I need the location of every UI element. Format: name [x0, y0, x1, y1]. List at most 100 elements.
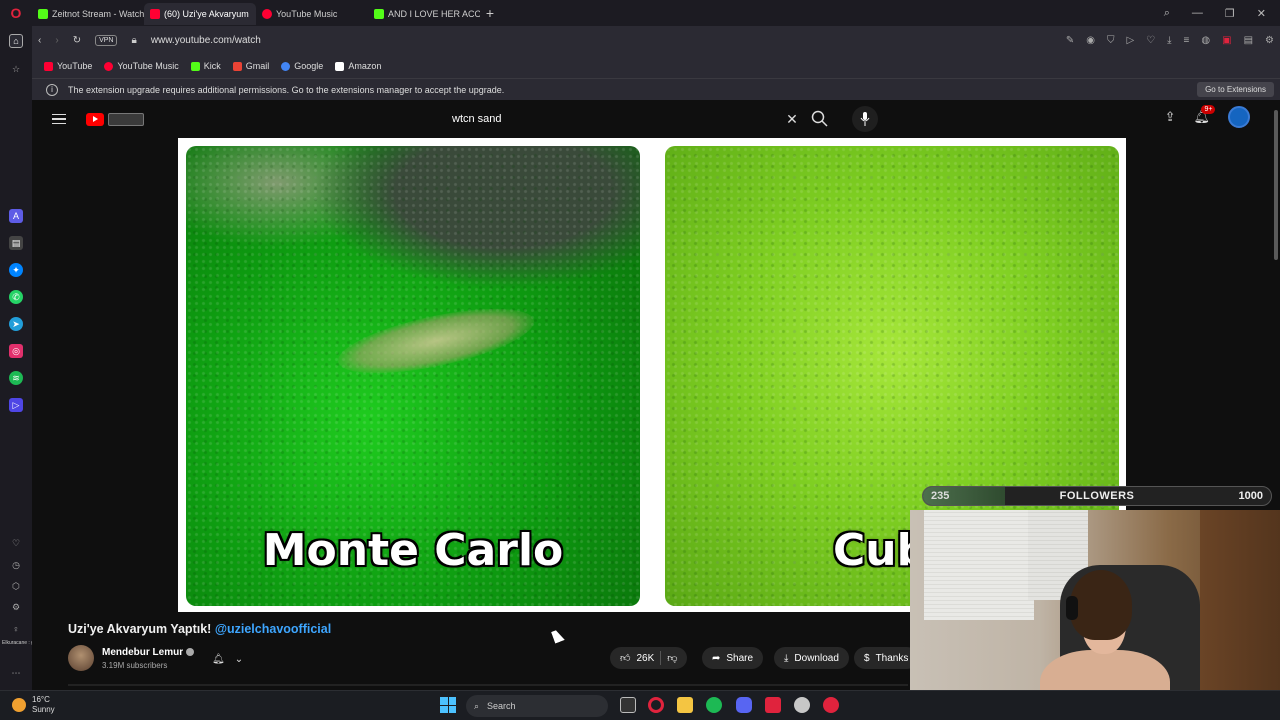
- like-icon[interactable]: 👍︎: [620, 652, 630, 664]
- back-icon[interactable]: ‹: [38, 35, 41, 46]
- account-avatar[interactable]: [1228, 106, 1250, 128]
- bookmark-amazon[interactable]: Amazon: [335, 61, 381, 71]
- followers-goal: 1000: [1238, 490, 1263, 502]
- bookmark-kick[interactable]: Kick: [190, 61, 221, 71]
- premium-logo-icon[interactable]: [108, 112, 144, 126]
- task-view-icon[interactable]: [620, 697, 636, 713]
- home-icon[interactable]: ⌂: [9, 34, 23, 48]
- bulb-icon[interactable]: ♀: [9, 622, 23, 636]
- notifications-bell-icon[interactable]: 🔔︎ 9+: [1193, 105, 1216, 125]
- bookmark-youtube[interactable]: YouTube: [44, 61, 92, 71]
- url-field[interactable]: www.youtube.com/watch: [151, 35, 261, 46]
- share-button[interactable]: ➦ Share: [702, 647, 764, 669]
- extension-icon[interactable]: ▣: [1222, 35, 1231, 46]
- tab-search-icon[interactable]: ⌕: [1164, 7, 1170, 20]
- more-icon[interactable]: ⋯: [9, 666, 23, 680]
- search-icon: ⌕: [474, 700, 480, 711]
- tab-youtube-music[interactable]: YouTube Music: [256, 3, 368, 25]
- player-icon[interactable]: ▷: [9, 398, 23, 412]
- restore-icon[interactable]: ❐: [1225, 7, 1235, 20]
- weather-widget[interactable]: 16°C Sunny: [12, 695, 55, 715]
- window-blinds: [924, 510, 1034, 620]
- subscribe-notification-button[interactable]: 🔔︎ ⌄: [212, 649, 262, 669]
- youtube-icon: [150, 9, 160, 19]
- forward-icon[interactable]: ›: [55, 35, 58, 46]
- search-icon[interactable]: [810, 109, 830, 129]
- history-icon[interactable]: ◷: [9, 558, 23, 572]
- sun-icon: [12, 698, 26, 712]
- youtube-logo-icon[interactable]: [86, 112, 104, 126]
- new-tab-button[interactable]: +: [480, 5, 500, 21]
- kick-icon: [374, 9, 384, 19]
- microphone-icon[interactable]: [852, 106, 878, 132]
- download-label: Download: [794, 652, 839, 664]
- cube-icon[interactable]: ⬡: [9, 579, 23, 593]
- lock-icon: 🔒︎: [131, 34, 137, 46]
- dislike-icon[interactable]: 👎︎: [667, 652, 677, 664]
- tab-acoustic[interactable]: AND I LOVE HER ACOUSTI: [368, 3, 480, 25]
- aria-icon[interactable]: A: [9, 209, 23, 223]
- browser-tab-bar: O Zeitnot Stream - Watch Li (60) Uzi'ye …: [0, 0, 1280, 26]
- download-icon: ⤓: [784, 652, 789, 664]
- mention-link[interactable]: @uzielchavoofficial: [215, 622, 331, 636]
- taskbar-search-label: Search: [487, 701, 516, 711]
- bookmark-label: Google: [294, 61, 324, 71]
- telegram-icon[interactable]: ➤: [9, 317, 23, 331]
- opera-gx-icon[interactable]: [823, 697, 839, 713]
- streaming-app-icon[interactable]: [765, 697, 781, 713]
- reload-icon[interactable]: ↻: [73, 35, 81, 46]
- like-count[interactable]: 26K: [636, 653, 654, 664]
- opera-icon[interactable]: [648, 697, 664, 713]
- taskbar-search[interactable]: ⌕ Search: [466, 695, 608, 717]
- divider: [660, 651, 662, 665]
- settings-icon[interactable]: ⚙: [9, 600, 23, 614]
- windows-start-icon[interactable]: [440, 697, 456, 713]
- spotify-icon[interactable]: ≋: [9, 371, 23, 385]
- video-title: Uzi'ye Akvaryum Yaptık! @uzielchavooffic…: [68, 622, 331, 636]
- bookmark-youtube-music[interactable]: YouTube Music: [104, 61, 179, 71]
- settings-icon[interactable]: ⚙: [1265, 35, 1274, 46]
- download-icon[interactable]: ⤓: [1167, 35, 1171, 46]
- camera-icon[interactable]: ◉: [1086, 35, 1095, 46]
- thanks-button[interactable]: $ Thanks: [854, 647, 919, 669]
- spotify-icon[interactable]: [706, 697, 722, 713]
- hamburger-menu-icon[interactable]: [52, 113, 66, 125]
- profile-icon[interactable]: ◍: [1201, 35, 1210, 46]
- extension-icon[interactable]: ▤: [1244, 35, 1253, 46]
- shield-icon[interactable]: ⛉: [1107, 35, 1115, 46]
- bookmark-gmail[interactable]: Gmail: [232, 61, 269, 71]
- extension-infobar: i The extension upgrade requires additio…: [32, 78, 1280, 100]
- instagram-icon[interactable]: ◎: [9, 344, 23, 358]
- steam-icon[interactable]: [794, 697, 810, 713]
- play-icon[interactable]: ▷: [1126, 35, 1134, 46]
- clear-search-icon[interactable]: ✕: [782, 111, 802, 128]
- tab-kick-stream[interactable]: Zeitnot Stream - Watch Li: [32, 3, 144, 25]
- upload-icon[interactable]: ⇪: [1165, 109, 1176, 125]
- bell-icon: 🔔︎: [212, 653, 225, 665]
- opera-logo-icon[interactable]: O: [0, 0, 32, 26]
- youtube-icon: [44, 61, 53, 71]
- close-icon[interactable]: ✕: [1257, 7, 1266, 20]
- download-button[interactable]: ⤓ Download: [774, 647, 849, 669]
- kick-icon: [190, 61, 200, 71]
- heart-icon[interactable]: ♡: [1146, 35, 1155, 46]
- minimize-icon[interactable]: —: [1192, 7, 1203, 20]
- menu-icon[interactable]: ≡: [1184, 35, 1190, 46]
- channel-avatar[interactable]: [68, 645, 94, 671]
- tab-youtube-video[interactable]: (60) Uzi'ye Akvaryum: [144, 3, 256, 25]
- discord-icon[interactable]: [736, 697, 752, 713]
- shopping-icon[interactable]: ▤: [9, 236, 23, 250]
- go-to-extensions-button[interactable]: Go to Extensions: [1197, 82, 1274, 97]
- edit-icon[interactable]: ✎: [1066, 35, 1074, 46]
- whatsapp-icon[interactable]: ✆: [9, 290, 23, 304]
- scrollbar-thumb[interactable]: [1274, 110, 1278, 260]
- heart-icon[interactable]: ♡: [9, 536, 23, 550]
- bookmark-google[interactable]: Google: [281, 61, 323, 71]
- search-input[interactable]: [440, 113, 782, 125]
- video-title-text: Uzi'ye Akvaryum Yaptık!: [68, 622, 212, 636]
- star-icon[interactable]: ☆: [9, 62, 23, 76]
- channel-name[interactable]: Mendebur Lemur: [102, 647, 195, 658]
- file-explorer-icon[interactable]: [677, 697, 693, 713]
- messenger-icon[interactable]: ✦: [9, 263, 23, 277]
- vpn-badge[interactable]: VPN: [95, 34, 118, 46]
